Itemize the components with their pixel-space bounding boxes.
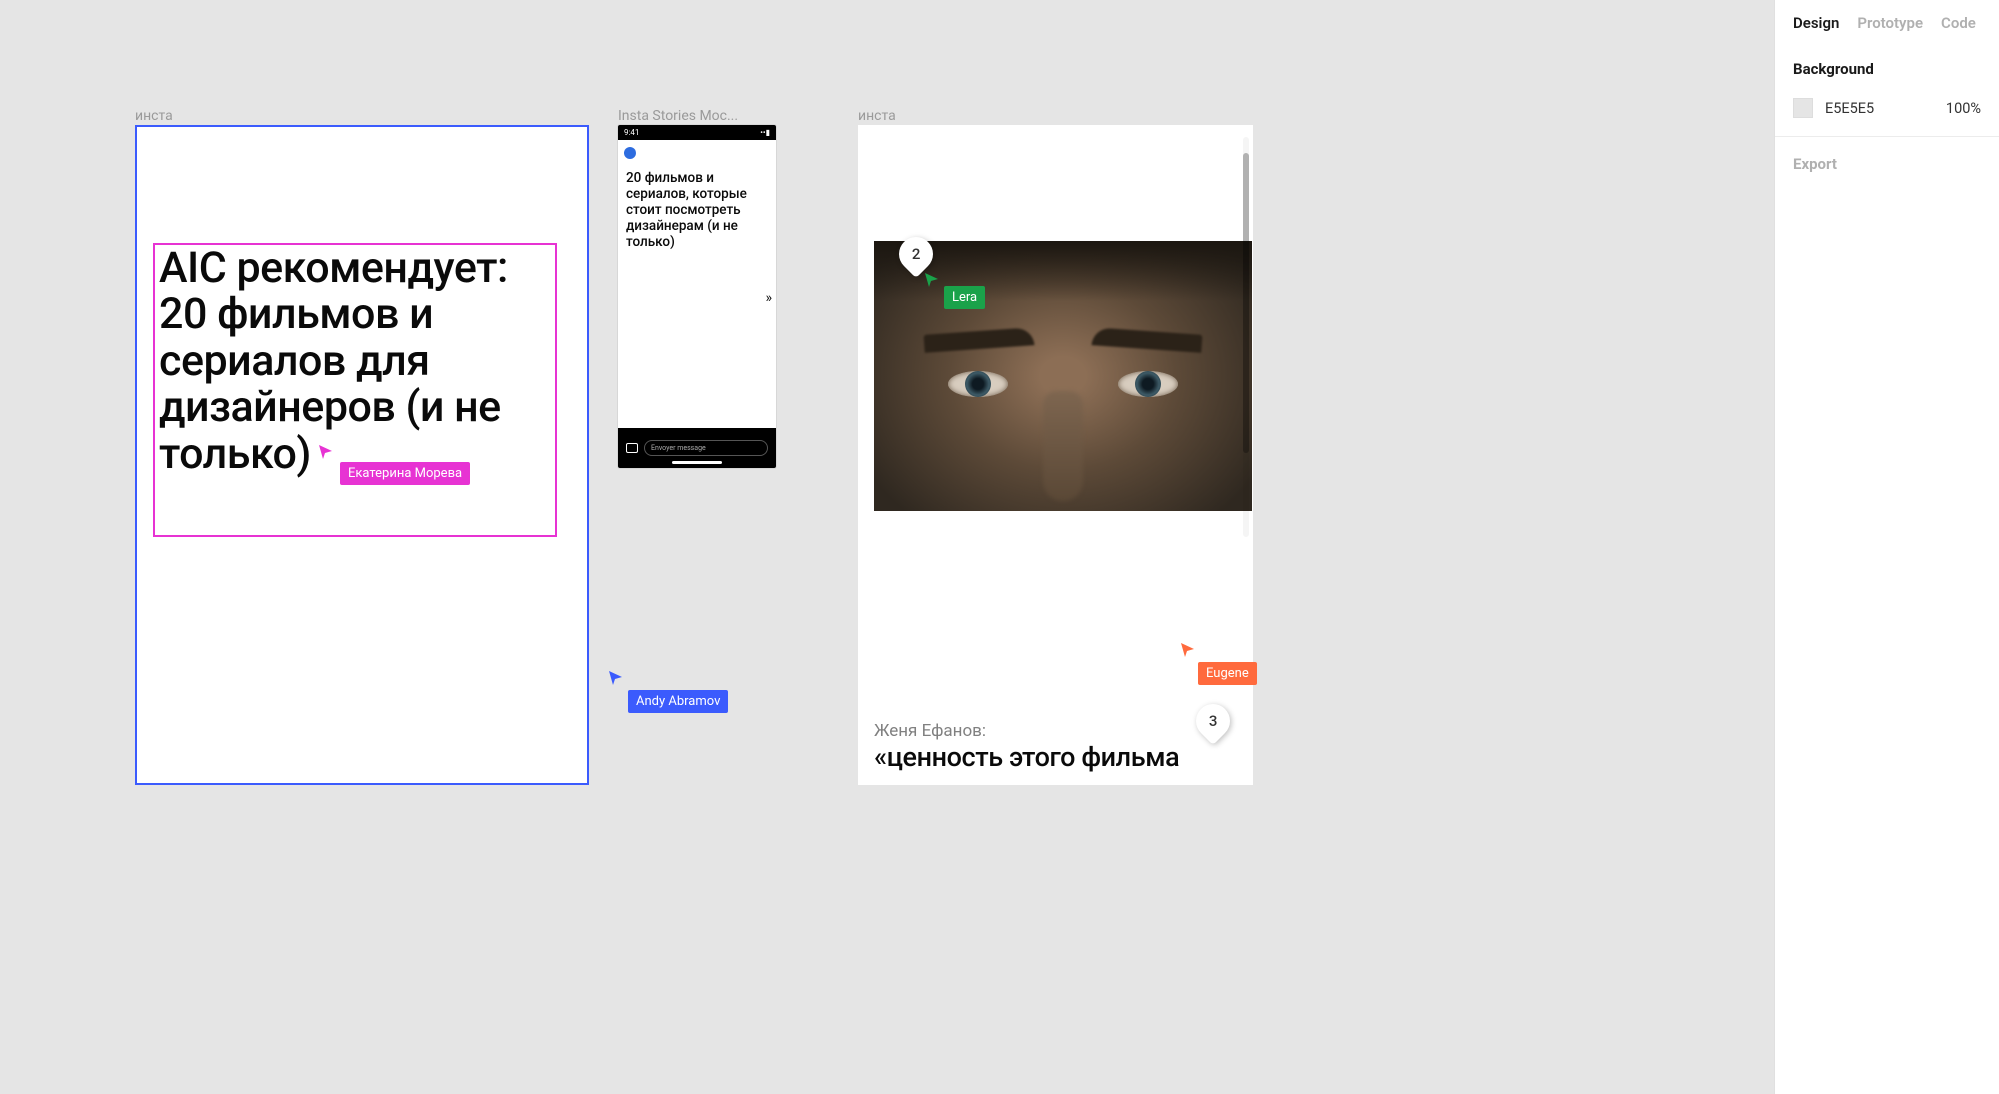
frame-insta-right[interactable]: Женя Ефанов: «ценность этого фильма [858,125,1253,785]
quote-text: «ценность этого фильма [874,743,1179,773]
panel-tabs: Design Prototype Code [1775,0,1999,42]
comment-pin-number: 2 [912,245,921,263]
background-section-title: Background [1793,60,1981,78]
color-opacity[interactable]: 100% [1946,100,1981,117]
design-canvas[interactable]: инста AIC рекомендует: 20 фильмов и сери… [0,0,1999,1094]
frame-story-mockup[interactable]: 9:41 ••▮ 20 фильмов и сериалов, которые … [618,125,776,468]
frame-insta-left[interactable]: AIC рекомендует: 20 фильмов и сериалов д… [135,125,589,785]
export-section-title: Export [1793,155,1981,173]
scrollbar-track[interactable] [1243,137,1249,537]
status-icons: ••▮ [760,128,770,137]
camera-icon[interactable] [626,443,638,453]
color-swatch[interactable] [1793,98,1813,118]
phone-status-bar: 9:41 ••▮ [618,125,776,140]
story-avatar-icon [624,147,636,159]
story-header [618,140,776,167]
background-color-row[interactable]: E5E5E5 100% [1793,98,1981,118]
message-input[interactable]: Envoyer message [644,440,768,456]
color-hex[interactable]: E5E5E5 [1825,100,1874,117]
status-time: 9:41 [624,128,639,137]
frame-label[interactable]: инста [858,108,896,124]
scrollbar-thumb[interactable] [1243,153,1249,453]
headline-text: AIC рекомендует: 20 фильмов и сериалов д… [159,245,551,477]
chevron-right-icon[interactable]: » [765,290,772,306]
comment-pin-number: 3 [1209,712,1218,730]
frame-label[interactable]: Insta Stories Moc... [618,108,738,124]
photo-layer[interactable] [874,241,1252,511]
collaborator-label: Andy Abramov [628,690,728,713]
frame-label[interactable]: инста [135,108,173,124]
export-section[interactable]: Export [1775,137,1999,191]
headline-text-layer[interactable]: AIC рекомендует: 20 фильмов и сериалов д… [153,243,557,537]
home-indicator [672,461,722,464]
story-text: 20 фильмов и сериалов, которые стоит пос… [618,167,776,255]
background-section: Background E5E5E5 100% [1775,42,1999,137]
tab-design[interactable]: Design [1793,14,1839,32]
author-text: Женя Ефанов: [874,721,986,741]
tab-code[interactable]: Code [1941,14,1976,32]
tab-prototype[interactable]: Prototype [1857,14,1923,32]
properties-panel: Design Prototype Code Background E5E5E5 … [1774,0,1999,1094]
